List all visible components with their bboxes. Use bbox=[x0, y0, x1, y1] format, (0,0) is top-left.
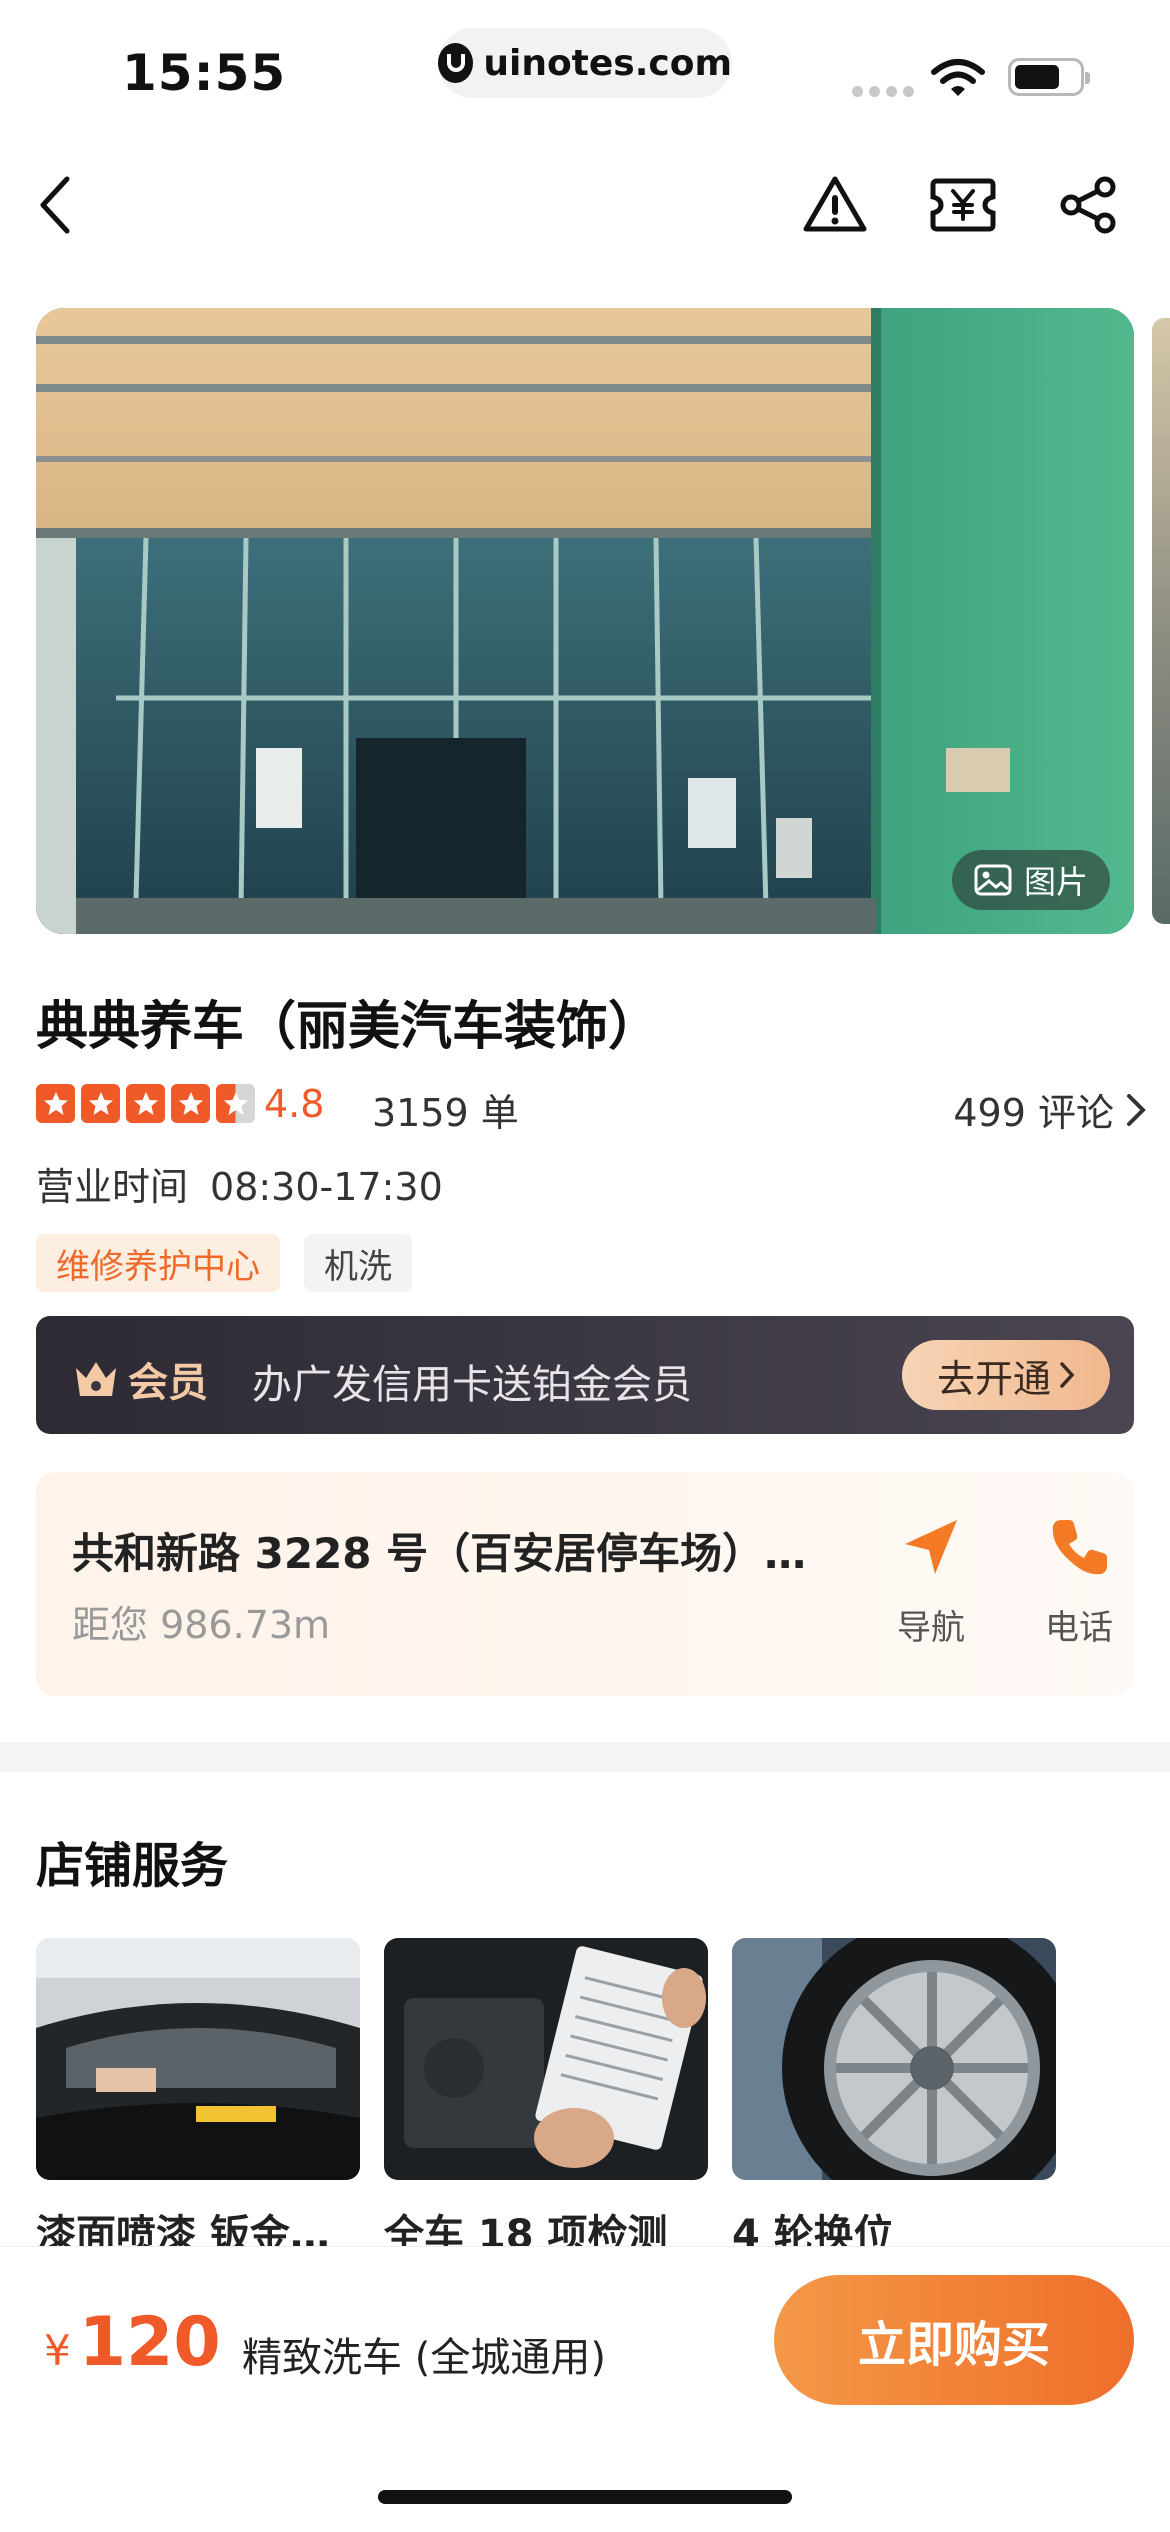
member-promo-text: 办广发信用卡送铂金会员 bbox=[252, 1362, 692, 1408]
tag-machine-wash: 机洗 bbox=[304, 1234, 412, 1292]
service-card[interactable]: 漆面喷漆 钣金… bbox=[36, 1938, 360, 2260]
service-image-paint bbox=[36, 1938, 360, 2180]
photo-gallery-badge[interactable]: 图片 bbox=[951, 850, 1110, 910]
call-label: 电话 bbox=[1045, 1608, 1113, 1648]
product-description: 精致洗车 (全城通用) bbox=[242, 2335, 606, 2381]
site-logo-icon bbox=[438, 43, 474, 83]
next-photo-peek[interactable] bbox=[1152, 318, 1170, 924]
status-bar: 15:55 uinotes.com bbox=[0, 0, 1170, 140]
star-rating bbox=[36, 1084, 255, 1123]
share-icon[interactable] bbox=[1054, 170, 1124, 240]
member-badge-label: 会员 bbox=[128, 1360, 208, 1406]
navigate-button[interactable]: 导航 bbox=[876, 1516, 986, 1649]
crown-icon bbox=[76, 1362, 116, 1396]
chevron-right-icon bbox=[1060, 1362, 1075, 1388]
tag-service-center: 维修养护中心 bbox=[36, 1234, 280, 1292]
cellular-signal-icon bbox=[852, 86, 914, 97]
store-tags: 维修养护中心 机洗 bbox=[36, 1234, 412, 1292]
hours-value: 08:30-17:30 bbox=[210, 1165, 443, 1209]
price-value: 120 bbox=[78, 2303, 221, 2382]
store-name: 典典养车（丽美汽车装饰） bbox=[36, 997, 661, 1057]
service-image-tire bbox=[732, 1938, 1056, 2180]
rating-row: 4.8 3159 单 499 评论 bbox=[36, 1078, 1146, 1135]
star-icon bbox=[81, 1084, 120, 1123]
store-photo[interactable]: 图片 bbox=[36, 308, 1134, 934]
star-icon bbox=[126, 1084, 165, 1123]
phone-icon bbox=[1052, 1520, 1107, 1575]
star-icon bbox=[36, 1084, 75, 1123]
services-list: 漆面喷漆 钣金… 全车 18 项检测 4 轮换位 bbox=[36, 1938, 1056, 2260]
reviews-link[interactable]: 499 评论 bbox=[953, 1082, 1146, 1137]
member-cta-label: 去开通 bbox=[936, 1356, 1051, 1401]
price: ¥ 120 bbox=[44, 2303, 221, 2382]
status-time: 15:55 bbox=[122, 44, 287, 102]
member-badge: 会员 bbox=[72, 1350, 208, 1408]
address-card: 共和新路 3228 号（百安居停车场）… 距您 986.73m 导航 电话 bbox=[36, 1472, 1134, 1696]
yuan-ticket-icon[interactable] bbox=[928, 170, 998, 240]
image-icon bbox=[974, 864, 1012, 896]
photo-badge-label: 图片 bbox=[1023, 863, 1088, 901]
rating-score: 4.8 bbox=[264, 1082, 325, 1126]
navigation-arrow-icon bbox=[905, 1520, 957, 1574]
currency-symbol: ¥ bbox=[44, 2326, 71, 2375]
service-card[interactable]: 4 轮换位 bbox=[732, 1938, 1056, 2260]
order-count: 3159 单 bbox=[372, 1091, 519, 1135]
business-hours: 营业时间 08:30-17:30 bbox=[36, 1156, 443, 1211]
star-icon bbox=[171, 1084, 210, 1123]
chevron-right-icon bbox=[1127, 1093, 1146, 1126]
store-distance: 距您 986.73m bbox=[72, 1603, 331, 1647]
home-indicator[interactable] bbox=[378, 2490, 792, 2504]
wifi-icon bbox=[931, 59, 985, 96]
service-image-inspection bbox=[384, 1938, 708, 2180]
url-pill[interactable]: uinotes.com bbox=[438, 28, 732, 98]
battery-icon bbox=[1008, 58, 1090, 96]
hours-label: 营业时间 bbox=[36, 1165, 189, 1209]
site-url: uinotes.com bbox=[483, 42, 732, 84]
chevron-left-icon[interactable] bbox=[20, 170, 90, 240]
service-card[interactable]: 全车 18 项检测 bbox=[384, 1938, 708, 2260]
services-title: 店铺服务 bbox=[36, 1838, 229, 1894]
warning-icon[interactable] bbox=[800, 170, 870, 240]
section-divider bbox=[0, 1742, 1170, 1772]
store-address[interactable]: 共和新路 3228 号（百安居停车场）… bbox=[72, 1520, 862, 1581]
member-banner[interactable]: 会员 办广发信用卡送铂金会员 去开通 bbox=[36, 1316, 1134, 1434]
member-activate-button[interactable]: 去开通 bbox=[902, 1340, 1110, 1410]
top-nav bbox=[0, 160, 1170, 250]
review-count: 499 评论 bbox=[953, 1091, 1114, 1135]
call-button[interactable]: 电话 bbox=[1024, 1516, 1134, 1649]
half-star-icon bbox=[216, 1084, 255, 1123]
navigate-label: 导航 bbox=[897, 1608, 965, 1648]
buy-now-button[interactable]: 立即购买 bbox=[774, 2275, 1134, 2405]
